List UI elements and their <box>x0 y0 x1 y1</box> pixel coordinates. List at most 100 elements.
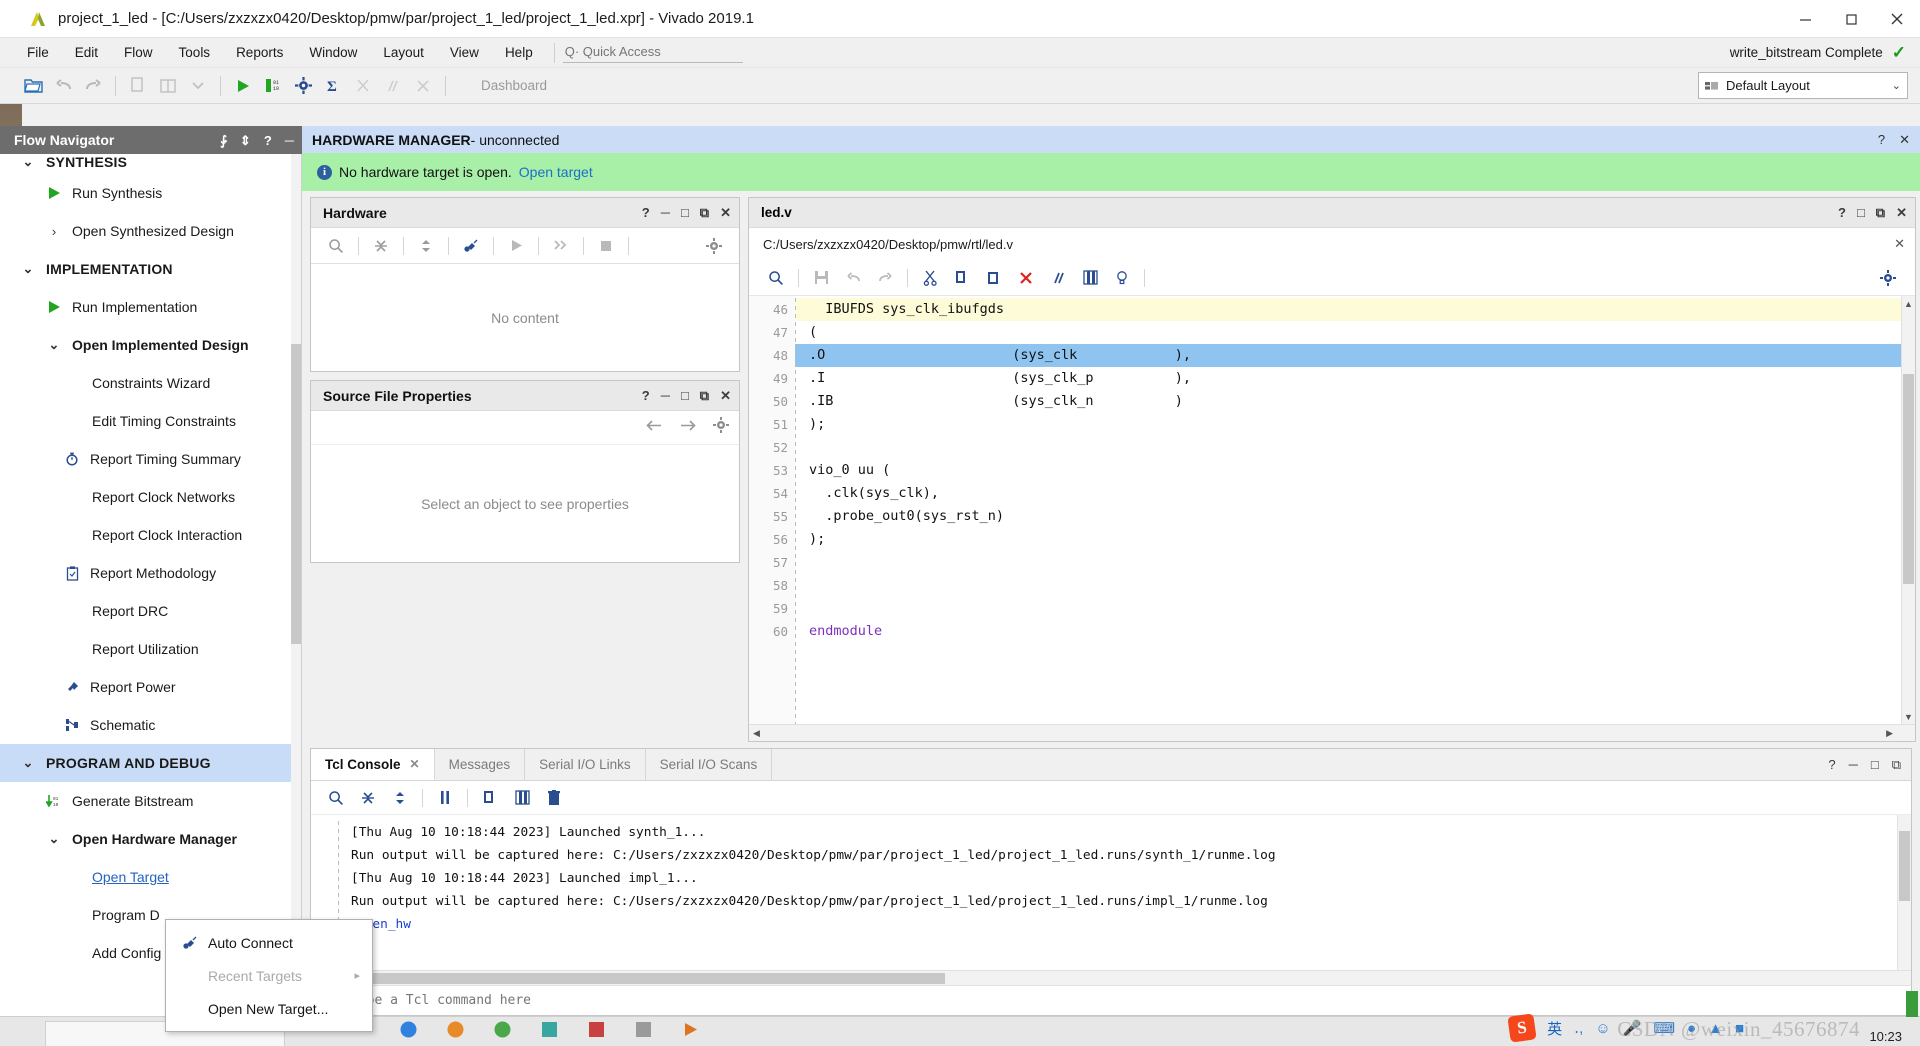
columns-icon[interactable] <box>507 784 537 812</box>
close-icon[interactable]: ✕ <box>720 388 731 404</box>
minimize-icon[interactable]: ─ <box>1849 757 1858 772</box>
taskbar-icon-teal[interactable] <box>541 1021 558 1041</box>
sidebar-item-generate-bitstream[interactable]: 01 10 Generate Bitstream <box>0 782 302 820</box>
layout-selector[interactable]: Default Layout ⌄ <box>1698 72 1908 99</box>
gear-icon[interactable] <box>699 232 729 260</box>
sidebar-item-report-clock-interaction[interactable]: Report Clock Interaction <box>0 516 302 554</box>
expand-all-icon[interactable] <box>385 784 415 812</box>
tab-serial-io-scans[interactable]: Serial I/O Scans <box>646 749 773 780</box>
x-disabled-icon[interactable] <box>408 71 438 101</box>
menu-help[interactable]: Help <box>492 41 546 64</box>
code-area[interactable]: 46 47 48 49 50 51 52 53 54 55 56 57 58 5… <box>749 296 1915 724</box>
help-icon[interactable]: ? <box>1878 132 1885 148</box>
gear-icon[interactable] <box>713 417 729 438</box>
connect-icon[interactable] <box>456 232 486 260</box>
menu-flow[interactable]: Flow <box>111 41 166 64</box>
comment-disabled-icon[interactable] <box>378 71 408 101</box>
expand-all-icon[interactable]: ⇕ <box>240 134 251 147</box>
copy-icon[interactable] <box>123 71 153 101</box>
scrollbar-thumb[interactable] <box>1899 831 1910 901</box>
menu-edit[interactable]: Edit <box>62 41 111 64</box>
sidebar-item-report-clock-networks[interactable]: Report Clock Networks <box>0 478 302 516</box>
stop-icon[interactable] <box>591 232 621 260</box>
delete-icon[interactable] <box>1011 264 1041 292</box>
taskbar-icon-green[interactable] <box>494 1021 511 1041</box>
sidebar-item-constraints-wizard[interactable]: Constraints Wizard <box>0 364 302 402</box>
open-project-icon[interactable] <box>18 71 48 101</box>
sidebar-item-open-synthesized-design[interactable]: › Open Synthesized Design <box>0 212 302 250</box>
redo-icon[interactable] <box>870 264 900 292</box>
help-icon[interactable]: ? <box>1828 757 1835 772</box>
sidebar-item-report-utilization[interactable]: Report Utilization <box>0 630 302 668</box>
sigma-icon[interactable]: Σ <box>318 71 348 101</box>
float-icon[interactable]: ⧉ <box>700 388 709 404</box>
float-icon[interactable]: ⧉ <box>1876 205 1885 221</box>
close-icon[interactable]: ✕ <box>1896 205 1907 221</box>
cut-icon[interactable] <box>915 264 945 292</box>
scrollbar-thumb[interactable] <box>1903 374 1914 584</box>
sidebar-item-report-power[interactable]: Report Power <box>0 668 302 706</box>
help-icon[interactable]: ? <box>642 388 650 403</box>
gear-icon[interactable] <box>1873 264 1903 292</box>
chevron-down-toolbar-icon[interactable] <box>183 71 213 101</box>
save-icon[interactable] <box>806 264 836 292</box>
expand-all-icon[interactable] <box>411 232 441 260</box>
bulb-icon[interactable] <box>1107 264 1137 292</box>
close-button[interactable] <box>1874 0 1920 38</box>
paste-icon[interactable] <box>979 264 1009 292</box>
menu-file[interactable]: File <box>14 41 62 64</box>
menu-window[interactable]: Window <box>296 41 370 64</box>
settings-gear-icon[interactable] <box>288 71 318 101</box>
copy-icon[interactable] <box>475 784 505 812</box>
menu-reports[interactable]: Reports <box>223 41 296 64</box>
taskbar-icon-grey[interactable] <box>635 1021 652 1041</box>
context-menu-item-open-new-target[interactable]: Open New Target... <box>166 992 372 1025</box>
columns-icon[interactable] <box>1075 264 1105 292</box>
tcl-command-input[interactable] <box>311 993 1911 1008</box>
trash-icon[interactable] <box>539 784 569 812</box>
taskbar-icon-blue[interactable] <box>400 1021 417 1041</box>
minimize-icon[interactable]: ─ <box>661 388 670 403</box>
scissors-disabled-icon[interactable] <box>348 71 378 101</box>
sidebar-item-report-timing-summary[interactable]: Report Timing Summary <box>0 440 302 478</box>
ime-emoji-icon[interactable]: ☺ <box>1595 1020 1610 1037</box>
collapse-all-icon[interactable] <box>353 784 383 812</box>
close-icon[interactable]: ✕ <box>720 205 731 221</box>
collapse-all-icon[interactable]: ⨑ <box>220 134 227 147</box>
scroll-down-arrow[interactable]: ▼ <box>1903 710 1914 723</box>
ime-language-icon[interactable]: 英 <box>1547 1018 1562 1039</box>
forward-arrow-icon[interactable] <box>679 419 697 437</box>
sidebar-item-run-synthesis[interactable]: Run Synthesis <box>0 174 302 212</box>
float-icon[interactable]: ⧉ <box>1892 757 1901 773</box>
maximize-icon[interactable]: □ <box>681 205 689 220</box>
paste-icon[interactable] <box>153 71 183 101</box>
taskbar-icon-orange[interactable] <box>447 1021 464 1041</box>
close-file-icon[interactable]: ✕ <box>1894 236 1905 252</box>
scroll-up-arrow[interactable]: ▲ <box>1903 297 1914 310</box>
pause-icon[interactable] <box>430 784 460 812</box>
sidebar-item-run-implementation[interactable]: Run Implementation <box>0 288 302 326</box>
search-icon[interactable] <box>761 264 791 292</box>
maximize-icon[interactable]: □ <box>1871 757 1879 772</box>
sidebar-item-edit-timing-constraints[interactable]: Edit Timing Constraints <box>0 402 302 440</box>
menu-tools[interactable]: Tools <box>166 41 224 64</box>
editor-horizontal-scrollbar[interactable]: ◀ ▶ <box>749 724 1915 741</box>
scrollbar-thumb[interactable] <box>325 973 945 984</box>
run-all-icon[interactable] <box>546 232 576 260</box>
sidebar-item-open-implemented-design[interactable]: ⌄ Open Implemented Design <box>0 326 302 364</box>
taskbar-icon-play[interactable] <box>682 1021 699 1041</box>
copy-icon[interactable] <box>947 264 977 292</box>
open-target-link[interactable]: Open target <box>519 164 593 180</box>
undo-icon[interactable] <box>48 71 78 101</box>
sidebar-item-program-and-debug[interactable]: ⌄ PROGRAM AND DEBUG <box>0 744 302 782</box>
sidebar-item-report-drc[interactable]: Report DRC <box>0 592 302 630</box>
minimize-icon[interactable]: ─ <box>661 205 670 220</box>
search-icon[interactable] <box>321 232 351 260</box>
maximize-icon[interactable]: □ <box>681 388 689 403</box>
search-icon[interactable] <box>321 784 351 812</box>
close-tab-icon[interactable]: ✕ <box>410 757 420 771</box>
editor-vertical-scrollbar[interactable]: ▲ ▼ <box>1901 296 1915 724</box>
maximize-button[interactable] <box>1828 0 1874 38</box>
taskbar-icon-red[interactable] <box>588 1021 605 1041</box>
back-arrow-icon[interactable] <box>645 419 663 437</box>
